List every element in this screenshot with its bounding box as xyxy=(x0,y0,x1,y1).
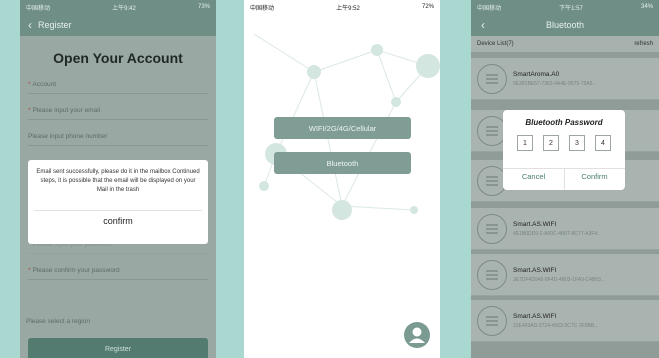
bluetooth-button[interactable]: Bluetooth xyxy=(274,152,411,174)
device-name: Smart.AS.WIFI xyxy=(513,312,557,320)
dialog-divider xyxy=(34,210,202,211)
device-item[interactable]: Smart.AS.WIFI 4E1B6DD9-2-A60C-4B07-8C77-A… xyxy=(471,208,659,250)
device-id: 0E281BE57-7363-4A4E-9575-75A5... xyxy=(513,80,597,87)
time-label: 上午9:42 xyxy=(112,5,136,12)
page-title: Open Your Account xyxy=(53,50,183,66)
register-screen: 中国移动 上午9:42 73% ‹ Register Open Your Acc… xyxy=(20,0,216,358)
device-item[interactable]: SmartAroma.A0 0E281BE57-7363-4A4E-9575-75… xyxy=(471,58,659,100)
user-icon[interactable] xyxy=(404,322,430,348)
bluetooth-password-dialog: Bluetooth Password 1 2 3 4 Cancel Confir… xyxy=(503,110,625,190)
confirm-password-field[interactable]: * Please confirm your password xyxy=(28,262,208,280)
connection-mode-screen: 中国移动 上午9:52 72% WIFI/2G/4G/Cellular Blue… xyxy=(244,0,440,358)
aroma-device-icon xyxy=(477,305,507,336)
aroma-device-icon xyxy=(477,259,507,290)
nav-title: Bluetooth xyxy=(545,20,585,30)
battery-label: 72% xyxy=(421,4,434,10)
battery-label: 34% xyxy=(640,4,653,10)
device-id: 4E1B6DD9-2-A60C-4B07-8C77-A3F4... xyxy=(513,230,602,237)
pin-digit-1[interactable]: 1 xyxy=(517,135,533,151)
aroma-device-icon xyxy=(477,63,507,94)
required-mark: * xyxy=(28,107,31,114)
pin-input-row: 1 2 3 4 xyxy=(503,135,625,151)
email-field[interactable]: * Please input your email xyxy=(28,102,208,120)
pin-digit-2[interactable]: 2 xyxy=(543,135,559,151)
carrier-label: 中国移动 xyxy=(477,5,502,12)
status-bar: 中国移动 上午9:52 72% xyxy=(244,0,440,14)
device-id: 3E7DF4D945-8F4D-4B03-1FA9-C4B63... xyxy=(513,276,605,283)
pin-digit-3[interactable]: 3 xyxy=(569,135,585,151)
nav-bar: ‹ Bluetooth xyxy=(471,14,659,36)
required-mark: * xyxy=(28,81,31,88)
phone-field[interactable]: Please input phone number xyxy=(28,128,208,146)
device-item[interactable]: Smart.AS.WIFI 3E7DF4D945-8F4D-4B03-1FA9-C… xyxy=(471,254,659,296)
register-button[interactable]: Register xyxy=(28,338,208,358)
device-item[interactable]: Smart.AS.WIFI 31E493AD-2724-4563-3C7C-3F0… xyxy=(471,300,659,342)
register-form: Open Your Account * Account * Please input… xyxy=(20,36,216,358)
battery-label: 73% xyxy=(197,4,210,10)
status-bar: 中国移动 下午1:57 34% xyxy=(471,0,659,14)
device-id: 31E493AD-2724-4563-3C7C-3F0BB... xyxy=(513,322,599,329)
dialog-message: Email sent successfully, please do it in… xyxy=(36,169,200,193)
nav-title: Register xyxy=(38,20,72,30)
device-name: Smart.AS.WIFI xyxy=(513,220,557,228)
network-background xyxy=(253,33,440,220)
device-name: Smart.AS.WIFI xyxy=(513,266,557,274)
time-label: 上午9:52 xyxy=(336,5,360,12)
carrier-label: 中国移动 xyxy=(26,5,51,12)
email-sent-dialog: Email sent successfully, please do it in… xyxy=(28,160,208,244)
chevron-left-icon[interactable]: ‹ xyxy=(28,18,32,32)
pin-digit-4[interactable]: 4 xyxy=(595,135,611,151)
cancel-button[interactable]: Cancel xyxy=(503,172,564,181)
device-list-header: Device List(7) refresh xyxy=(471,36,659,52)
bluetooth-screen: 中国移动 下午1:57 34% ‹ Bluetooth Device List(… xyxy=(471,0,659,358)
device-list-label: Device List(7) xyxy=(477,41,514,47)
confirm-button[interactable]: confirm xyxy=(28,216,208,226)
account-field[interactable]: * Account xyxy=(28,76,208,94)
status-bar: 中国移动 上午9:42 73% xyxy=(20,0,216,14)
time-label: 下午1:57 xyxy=(559,5,583,12)
region-select[interactable]: Please select a region xyxy=(26,318,90,325)
chevron-left-icon[interactable]: ‹ xyxy=(481,18,485,32)
required-mark: * xyxy=(28,267,31,274)
device-name: SmartAroma.A0 xyxy=(513,70,560,78)
cellular-button[interactable]: WIFI/2G/4G/Cellular xyxy=(274,117,411,139)
aroma-device-icon xyxy=(477,213,507,244)
refresh-button[interactable]: refresh xyxy=(634,41,653,47)
carrier-label: 中国移动 xyxy=(250,5,275,12)
confirm-button[interactable]: Confirm xyxy=(564,172,625,181)
nav-bar: ‹ Register xyxy=(20,14,216,36)
dialog-title: Bluetooth Password xyxy=(525,118,603,127)
